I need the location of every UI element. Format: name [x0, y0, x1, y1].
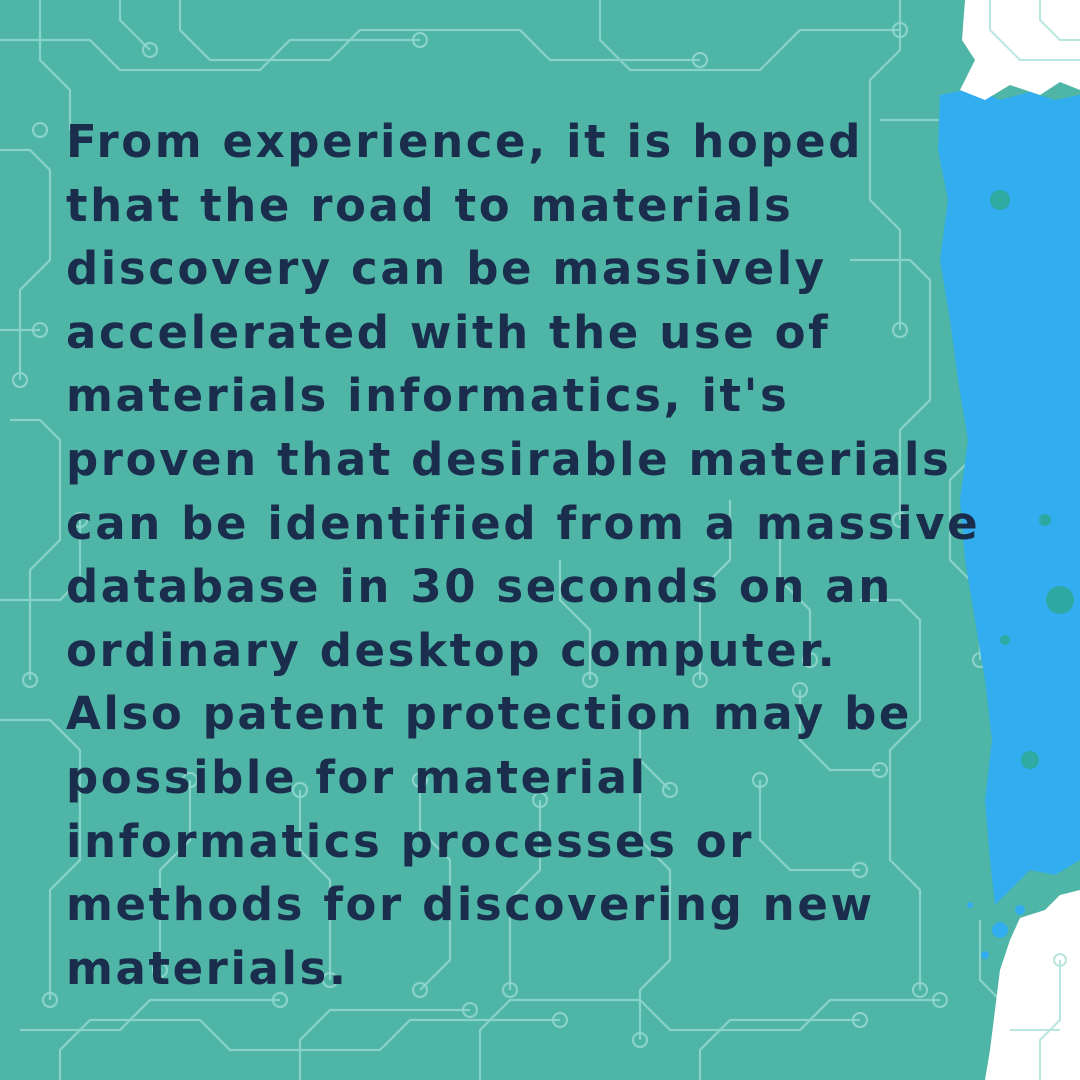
quote-line: informatics processes or: [66, 814, 755, 868]
quote-line: database in 30 seconds on an: [66, 560, 893, 614]
quote-line: ordinary desktop computer.: [66, 623, 838, 677]
quote-line: Also patent protection may be: [66, 687, 913, 741]
quote-line: accelerated with the use of: [66, 305, 831, 359]
quote-text: From experience, it is hoped that the ro…: [66, 110, 981, 1000]
quote-line: discovery can be massively: [66, 242, 827, 296]
quote-line: can be identified from a massive: [66, 496, 981, 550]
quote-line: From experience, it is hoped: [66, 115, 864, 168]
quote-line: possible for material: [66, 750, 648, 804]
quote-line: proven that desirable materials: [66, 432, 952, 486]
quote-line: methods for discovering new: [66, 878, 875, 932]
quote-line: materials.: [66, 941, 349, 995]
quote-line: materials informatics, it's: [66, 369, 790, 423]
quote-line: that the road to materials: [66, 178, 794, 232]
